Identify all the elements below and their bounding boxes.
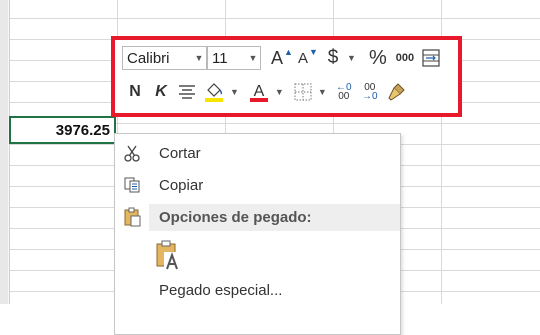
decrease-font-size-button[interactable]: A ▼: [295, 46, 321, 70]
menu-item-cut[interactable]: Cortar: [115, 139, 400, 167]
bold-icon: N: [129, 83, 141, 100]
paste-formatting-icon: [156, 240, 182, 271]
down-caret-icon: ▼: [309, 47, 318, 57]
menu-item-copy-label: Copiar: [159, 176, 204, 194]
font-size-dropdown[interactable]: 11 ▼: [207, 46, 261, 70]
chevron-down-icon[interactable]: ▼: [230, 87, 239, 97]
center-align-button[interactable]: [174, 80, 200, 104]
mini-toolbar: Calibri ▼ 11 ▼ A ▲ A ▼ $ ▼ % 000 N K ▼ A…: [111, 36, 462, 117]
font-name-value: Calibri: [127, 49, 170, 67]
scissors-icon: [122, 143, 142, 163]
active-cell[interactable]: 3976.25: [9, 116, 116, 144]
increase-font-size-button[interactable]: A ▲: [269, 46, 295, 70]
wrap-text-button[interactable]: [418, 46, 444, 70]
font-color-glyph: A: [254, 83, 265, 100]
menu-item-copy[interactable]: Copiar: [115, 171, 400, 199]
paste-options-header-label: Opciones de pegado:: [159, 209, 312, 226]
chevron-down-icon[interactable]: ▼: [318, 87, 327, 97]
chevron-down-icon[interactable]: ▼: [347, 53, 356, 63]
menu-item-cut-label: Cortar: [159, 144, 201, 162]
chevron-down-icon[interactable]: ▼: [275, 87, 284, 97]
increase-font-icon: A: [271, 47, 284, 68]
up-caret-icon: ▲: [284, 47, 293, 57]
mini-toolbar-row-2: N K ▼ A ▼ ▼ ←0 00 00 →0: [122, 80, 409, 104]
fill-color-button[interactable]: [200, 80, 228, 104]
menu-item-paste-special-label: Pegado especial...: [159, 281, 283, 299]
accounting-format-button[interactable]: $: [321, 46, 345, 70]
context-menu: Cortar Copiar Opciones de pegado: Pegado…: [114, 133, 401, 335]
comma-style-button[interactable]: 000: [392, 46, 418, 70]
mini-toolbar-row-1: Calibri ▼ 11 ▼ A ▲ A ▼ $ ▼ % 000: [122, 46, 444, 70]
format-painter-icon: [388, 83, 405, 101]
italic-icon: K: [155, 83, 167, 100]
borders-button[interactable]: [290, 80, 316, 104]
paint-bucket-icon: [205, 83, 223, 102]
decrease-decimal-icon-bottom: →0: [361, 91, 378, 102]
font-color-swatch: [249, 98, 268, 102]
increase-decimal-button[interactable]: ←0 00: [331, 80, 357, 104]
chevron-down-icon: ▼: [248, 53, 258, 63]
font-color-icon: A: [249, 83, 268, 102]
italic-button[interactable]: K: [148, 80, 174, 104]
format-painter-button[interactable]: [383, 80, 409, 104]
decrease-font-icon: A: [298, 49, 309, 67]
percent-style-button[interactable]: %: [364, 46, 392, 70]
font-name-dropdown[interactable]: Calibri ▼: [122, 46, 207, 70]
align-center-icon: [179, 85, 195, 99]
percent-icon: %: [369, 46, 387, 69]
menu-item-paste-special[interactable]: Pegado especial...: [115, 276, 400, 304]
fill-color-swatch: [205, 98, 223, 102]
wrap-text-icon: [422, 49, 440, 67]
currency-icon: $: [327, 47, 339, 68]
paste-keep-formatting-button[interactable]: [153, 238, 187, 274]
row-header-strip: [0, 0, 10, 304]
increase-decimal-icon-bottom: 00: [338, 91, 350, 102]
borders-icon: [294, 83, 312, 101]
paste-options-header: Opciones de pegado:: [149, 204, 400, 231]
font-color-button[interactable]: A: [245, 80, 273, 104]
decrease-decimal-button[interactable]: 00 →0: [357, 80, 383, 104]
copy-icon: [122, 175, 142, 195]
font-size-value: 11: [212, 49, 228, 67]
thousands-separator-icon: 000: [395, 52, 415, 64]
chevron-down-icon: ▼: [194, 53, 204, 63]
paste-icon: [122, 207, 142, 227]
bold-button[interactable]: N: [122, 80, 148, 104]
